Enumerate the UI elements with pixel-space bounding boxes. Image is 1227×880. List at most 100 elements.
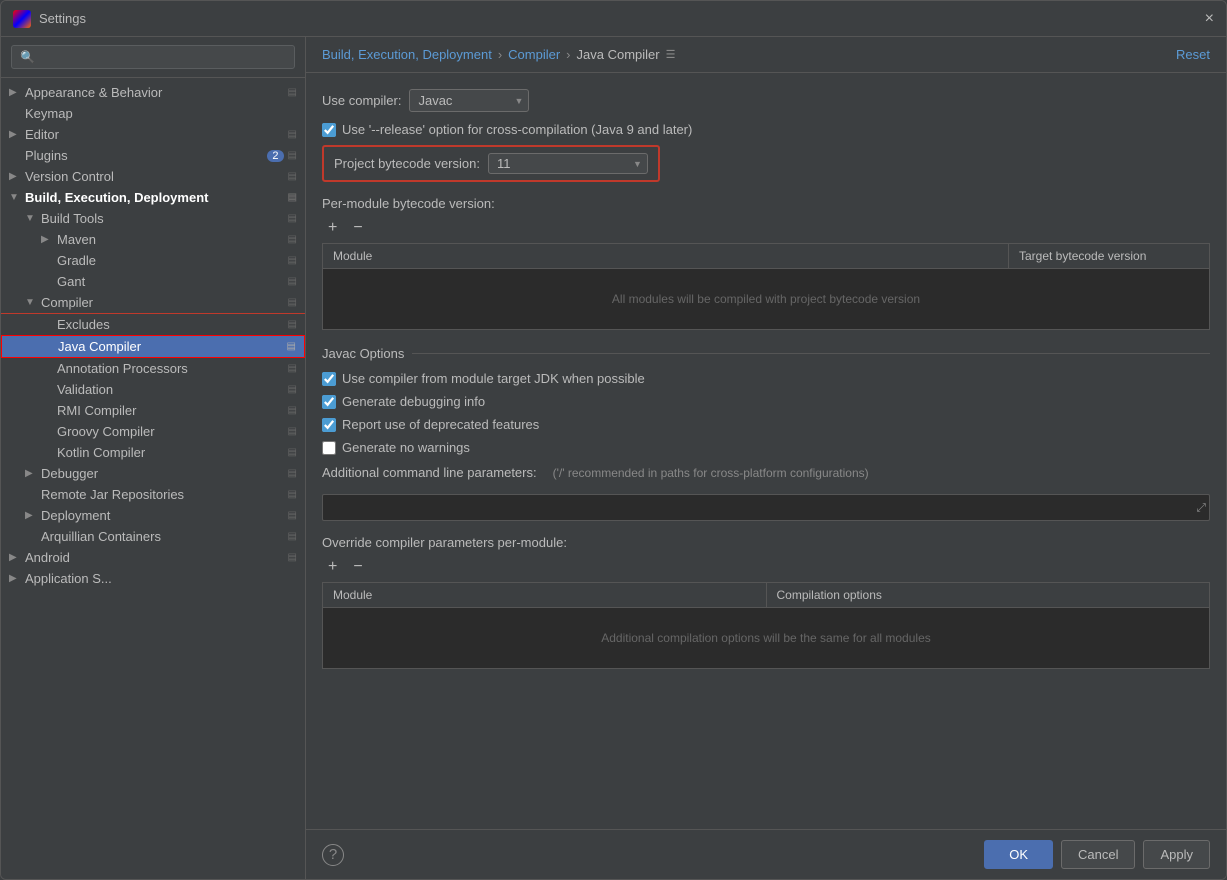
table1-body: All modules will be compiled with projec… xyxy=(323,269,1209,329)
ok-button[interactable]: OK xyxy=(984,840,1053,869)
gear-icon: ▤ xyxy=(288,129,297,140)
sidebar-item-gradle[interactable]: Gradle ▤ xyxy=(1,250,305,271)
expand-icon[interactable]: ⤢ xyxy=(1196,500,1206,515)
apply-button[interactable]: Apply xyxy=(1143,840,1210,869)
sidebar-item-groovy-compiler[interactable]: Groovy Compiler ▤ xyxy=(1,421,305,442)
sidebar-item-label: Keymap xyxy=(25,106,297,121)
sidebar-item-label: Java Compiler xyxy=(58,339,283,354)
arrow-icon: ▶ xyxy=(9,552,25,563)
sidebar-item-compiler[interactable]: ▼ Compiler ▤ xyxy=(1,292,305,314)
breadcrumb-arrow2: › xyxy=(566,47,570,62)
sidebar-item-gant[interactable]: Gant ▤ xyxy=(1,271,305,292)
table1-remove-button[interactable]: − xyxy=(347,217,368,239)
sidebar-item-version-control[interactable]: ▶ Version Control ▤ xyxy=(1,166,305,187)
footer: ? OK Cancel Apply xyxy=(306,829,1226,879)
sidebar-item-label: Excludes xyxy=(57,317,284,332)
sidebar-item-appearance[interactable]: ▶ Appearance & Behavior ▤ xyxy=(1,82,305,103)
use-compiler-select-wrapper: Javac xyxy=(409,89,529,112)
sidebar-item-deployment[interactable]: ▶ Deployment ▤ xyxy=(1,505,305,526)
sidebar-item-annotation-processors[interactable]: Annotation Processors ▤ xyxy=(1,358,305,379)
breadcrumb-menu-icon[interactable]: ☰ xyxy=(666,48,676,61)
sidebar-item-label: Debugger xyxy=(41,466,284,481)
sidebar-item-plugins[interactable]: Plugins 2 ▤ xyxy=(1,145,305,166)
app-icon xyxy=(13,10,31,28)
bytecode-select[interactable]: 11 xyxy=(488,153,648,174)
table2-empty: Additional compilation options will be t… xyxy=(585,615,947,661)
help-icon: ? xyxy=(329,846,337,863)
sidebar-item-label: Kotlin Compiler xyxy=(57,445,284,460)
arrow-icon: ▶ xyxy=(41,234,57,245)
opt2-checkbox[interactable] xyxy=(322,395,336,409)
opt1-label: Use compiler from module target JDK when… xyxy=(342,371,645,386)
sidebar-item-label: Build, Execution, Deployment xyxy=(25,190,284,205)
gear-icon: ▤ xyxy=(288,87,297,98)
sidebar-item-label: Plugins xyxy=(25,148,263,163)
params-input[interactable] xyxy=(322,494,1210,521)
reset-button[interactable]: Reset xyxy=(1176,47,1210,62)
sidebar-item-excludes[interactable]: Excludes ▤ xyxy=(1,314,305,335)
table2-add-button[interactable]: + xyxy=(322,556,343,578)
sidebar-item-android[interactable]: ▶ Android ▤ xyxy=(1,547,305,568)
footer-buttons: OK Cancel Apply xyxy=(984,840,1210,869)
close-button[interactable]: × xyxy=(1205,10,1214,28)
sidebar-item-kotlin-compiler[interactable]: Kotlin Compiler ▤ xyxy=(1,442,305,463)
sidebar-item-maven[interactable]: ▶ Maven ▤ xyxy=(1,229,305,250)
breadcrumb-current: Java Compiler xyxy=(577,47,660,62)
sidebar-item-build-execution[interactable]: ▼ Build, Execution, Deployment ▤ xyxy=(1,187,305,208)
sidebar-item-label: Annotation Processors xyxy=(57,361,284,376)
arrow-icon: ▶ xyxy=(25,468,41,479)
sidebar-item-validation[interactable]: Validation ▤ xyxy=(1,379,305,400)
cancel-button[interactable]: Cancel xyxy=(1061,840,1135,869)
bytecode-select-wrapper: 11 xyxy=(488,153,648,174)
breadcrumb-build[interactable]: Build, Execution, Deployment xyxy=(322,47,492,62)
sidebar-item-debugger[interactable]: ▶ Debugger ▤ xyxy=(1,463,305,484)
sidebar-item-label: Version Control xyxy=(25,169,284,184)
table2-header: Module Compilation options xyxy=(323,583,1209,608)
gear-icon: ▤ xyxy=(287,341,296,352)
opt1-checkbox[interactable] xyxy=(322,372,336,386)
table2-container: Module Compilation options Additional co… xyxy=(322,582,1210,669)
arrow-icon: ▶ xyxy=(9,573,25,584)
sidebar-item-build-tools[interactable]: ▼ Build Tools ▤ xyxy=(1,208,305,229)
opt3-checkbox[interactable] xyxy=(322,418,336,432)
params-subtext: ('/' recommended in paths for cross-plat… xyxy=(553,466,869,480)
gear-icon: ▤ xyxy=(288,447,297,458)
sidebar-item-remote-jar[interactable]: Remote Jar Repositories ▤ xyxy=(1,484,305,505)
table2-remove-button[interactable]: − xyxy=(347,556,368,578)
javac-options-divider: Javac Options xyxy=(322,346,1210,361)
sidebar-item-rmi-compiler[interactable]: RMI Compiler ▤ xyxy=(1,400,305,421)
sidebar-item-label: Gant xyxy=(57,274,284,289)
gear-icon: ▤ xyxy=(288,531,297,542)
opt3-row: Report use of deprecated features xyxy=(322,417,1210,432)
sidebar-item-arquillian[interactable]: Arquillian Containers ▤ xyxy=(1,526,305,547)
use-compiler-label: Use compiler: xyxy=(322,93,401,108)
opt2-label: Generate debugging info xyxy=(342,394,485,409)
per-module-label: Per-module bytecode version: xyxy=(322,196,1210,211)
sidebar-item-keymap[interactable]: Keymap xyxy=(1,103,305,124)
sidebar-item-label: Remote Jar Repositories xyxy=(41,487,284,502)
use-compiler-select[interactable]: Javac xyxy=(409,89,529,112)
arrow-icon: ▼ xyxy=(25,297,41,308)
sidebar-item-java-compiler[interactable]: Java Compiler ▤ xyxy=(1,335,305,358)
sidebar-item-editor[interactable]: ▶ Editor ▤ xyxy=(1,124,305,145)
params-input-wrapper: ⤢ xyxy=(322,494,1210,521)
release-option-checkbox[interactable] xyxy=(322,123,336,137)
gear-icon: ▤ xyxy=(288,297,297,308)
content-area: Use compiler: Javac Use '--release' opti… xyxy=(306,73,1226,829)
opt4-checkbox[interactable] xyxy=(322,441,336,455)
params-label: Additional command line parameters: xyxy=(322,465,537,480)
help-button[interactable]: ? xyxy=(322,844,344,866)
table1-add-button[interactable]: + xyxy=(322,217,343,239)
sidebar-item-label: Application S... xyxy=(25,571,297,586)
breadcrumb-compiler[interactable]: Compiler xyxy=(508,47,560,62)
main-content: Build, Execution, Deployment › Compiler … xyxy=(306,37,1226,879)
divider-line xyxy=(412,353,1210,354)
opt1-row: Use compiler from module target JDK when… xyxy=(322,371,1210,386)
titlebar: Settings × xyxy=(1,1,1226,37)
sidebar-item-label: Compiler xyxy=(41,295,284,310)
sidebar-item-application-s[interactable]: ▶ Application S... xyxy=(1,568,305,589)
gear-icon: ▤ xyxy=(288,276,297,287)
release-option-label: Use '--release' option for cross-compila… xyxy=(342,122,692,137)
search-input[interactable] xyxy=(11,45,295,69)
table1-header: Module Target bytecode version xyxy=(323,244,1209,269)
